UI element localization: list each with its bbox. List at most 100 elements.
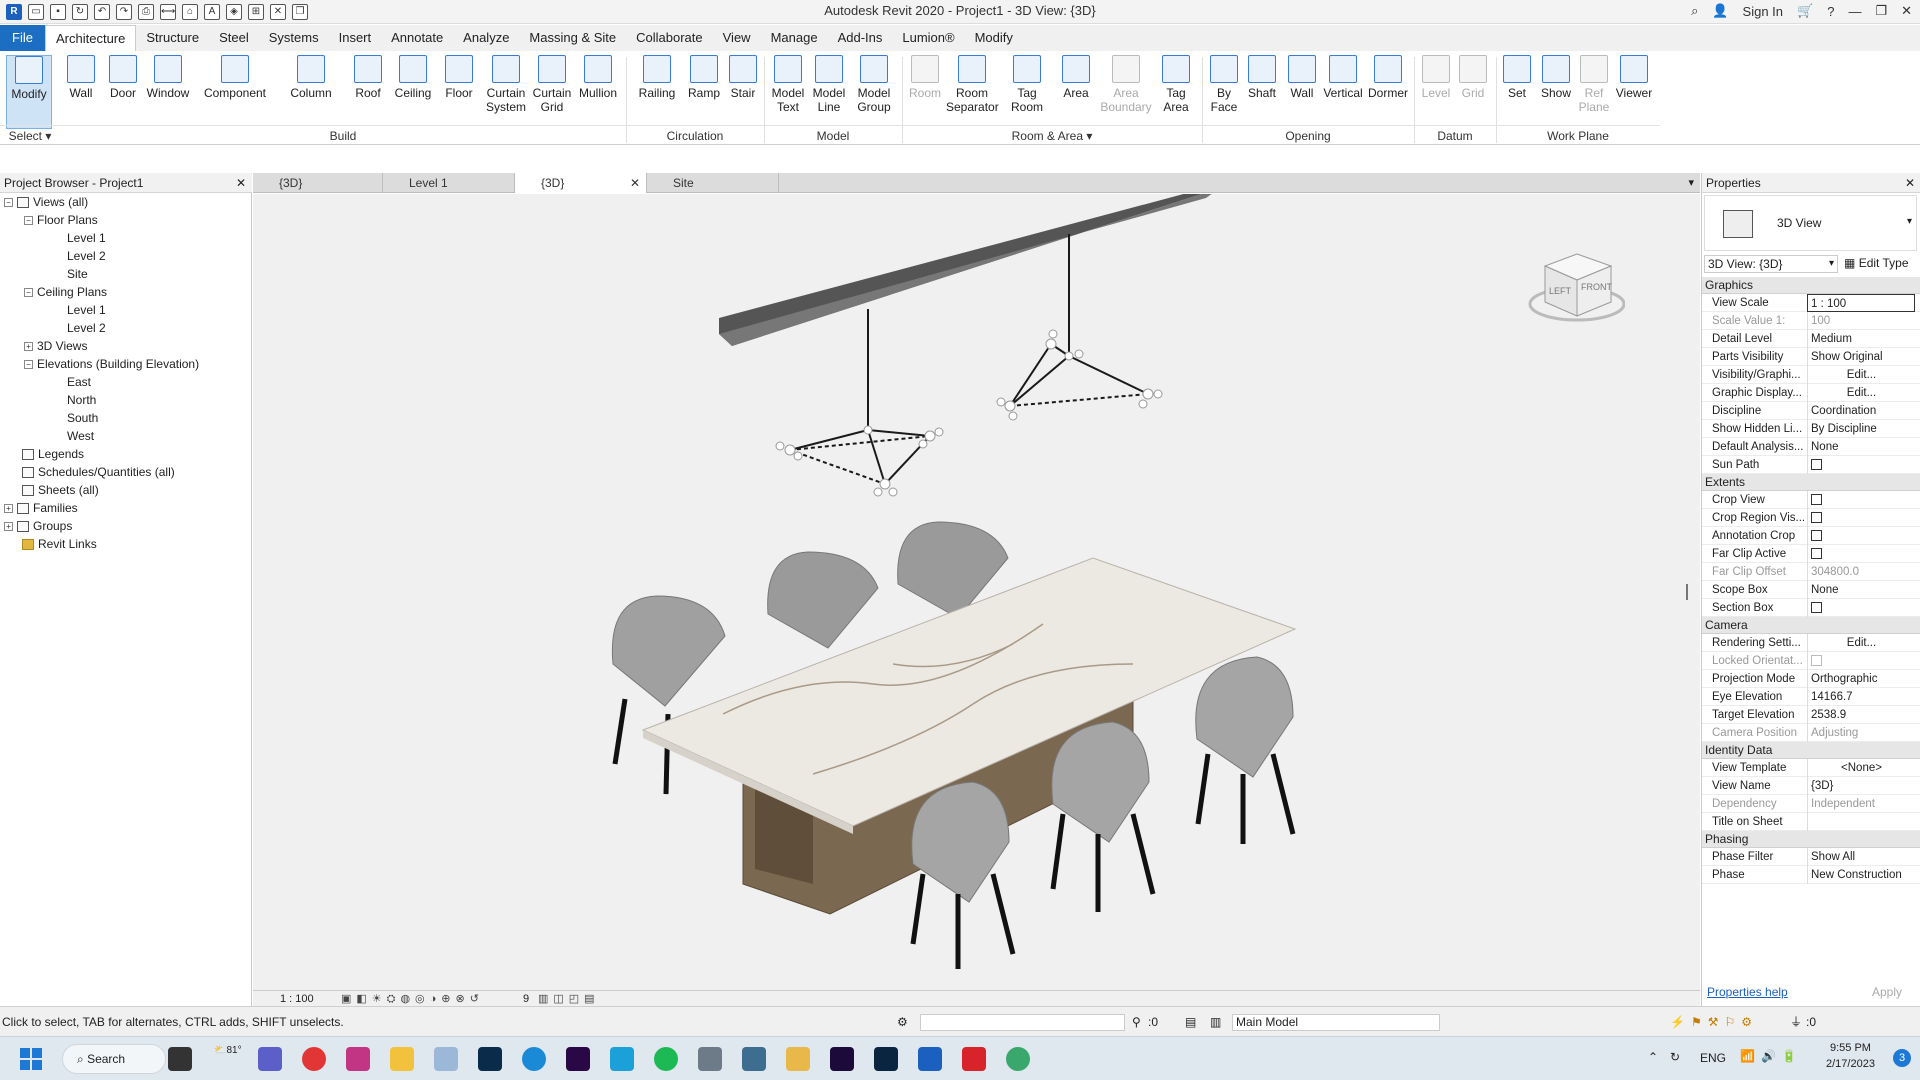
language-indicator[interactable]: ENG — [1700, 1051, 1726, 1065]
cart-icon[interactable]: 🛒 — [1797, 3, 1813, 19]
chevron-up-icon[interactable]: ⌃ — [1648, 1050, 1658, 1064]
prop-scope-box[interactable]: Scope Box None — [1702, 581, 1920, 599]
view-tab-level-1[interactable]: Level 1 — [383, 173, 515, 193]
chevron-down-icon[interactable]: ▾ — [1907, 216, 1912, 227]
sign-in-link[interactable]: Sign In — [1743, 4, 1783, 19]
tree-item-views[interactable]: − Views (all) — [4, 193, 248, 211]
panel-select[interactable]: Select ▾ — [0, 125, 60, 145]
prop-discipline[interactable]: Discipline Coordination — [1702, 402, 1920, 420]
autocad-icon[interactable] — [962, 1047, 986, 1071]
area-tool[interactable]: Area — [1056, 55, 1096, 129]
tab-modify[interactable]: Modify — [965, 25, 1023, 51]
room-separator-tool[interactable]: Room Separator — [946, 55, 999, 129]
prop-view-template[interactable]: View Template <None> — [1702, 759, 1920, 777]
tree-item-ceiling-plans[interactable]: − Ceiling Plans — [4, 283, 248, 301]
group-phasing[interactable]: Phasing — [1702, 831, 1920, 848]
file-explorer-icon[interactable] — [390, 1047, 414, 1071]
area-boundary-tool[interactable]: Area Boundary — [1098, 55, 1154, 129]
media-icon[interactable] — [786, 1047, 810, 1071]
notifications-badge[interactable]: 3 — [1893, 1049, 1911, 1067]
restore-icon[interactable]: ❐ — [1875, 3, 1887, 19]
selection-filters-icons[interactable]: ⚡⚑⚒⚐⚙ — [1670, 1007, 1758, 1037]
modify-tool[interactable]: Modify — [6, 55, 52, 129]
wall-opening-tool[interactable]: Wall — [1284, 55, 1320, 129]
tree-item-east[interactable]: East — [4, 373, 248, 391]
tree-item-site[interactable]: Site — [4, 265, 248, 283]
properties-help-link[interactable]: Properties help — [1707, 985, 1788, 999]
tree-item-level-2[interactable]: Level 2 — [4, 247, 248, 265]
shaft-tool[interactable]: Shaft — [1242, 55, 1282, 129]
tab-lumion[interactable]: Lumion® — [892, 25, 964, 51]
close-icon[interactable]: ✕ — [630, 173, 640, 193]
crop-region-checkbox[interactable] — [1811, 512, 1822, 523]
model-text-tool[interactable]: Model Text — [768, 55, 808, 129]
minimize-icon[interactable]: — — [1848, 4, 1861, 19]
column-tool[interactable]: Column — [286, 55, 336, 129]
system-tray-icons[interactable]: 📶🔊🔋 — [1740, 1049, 1803, 1063]
prop-show-hidden[interactable]: Show Hidden Li... By Discipline — [1702, 420, 1920, 438]
tab-annotate[interactable]: Annotate — [381, 25, 453, 51]
group-identity-data[interactable]: Identity Data — [1702, 742, 1920, 759]
view-controls-icons[interactable]: ▣◧☀⛭◍◎◑⊕⊗↺ — [341, 991, 484, 1007]
editable-only-icon[interactable]: ⚲ — [1132, 1007, 1141, 1037]
prop-visibility-graphics[interactable]: Visibility/Graphi... Edit... — [1702, 366, 1920, 384]
prop-view-scale[interactable]: View Scale 1 : 100 — [1702, 294, 1920, 312]
view-controls-icons-2[interactable]: ▥◫◰▤ — [538, 991, 600, 1007]
app-icon[interactable] — [698, 1047, 722, 1071]
view-tab-3d-active[interactable]: {3D} ✕ — [515, 173, 647, 193]
prop-eye-elevation[interactable]: Eye Elevation 14166.7 — [1702, 688, 1920, 706]
view-scale-label[interactable]: 1 : 100 — [280, 991, 314, 1007]
crop-view-checkbox[interactable] — [1811, 494, 1822, 505]
tab-analyze[interactable]: Analyze — [453, 25, 519, 51]
close-icon[interactable]: ✕ — [236, 173, 246, 193]
prop-parts-visibility[interactable]: Parts Visibility Show Original — [1702, 348, 1920, 366]
tab-systems[interactable]: Systems — [259, 25, 329, 51]
view-tab-3d[interactable]: {3D} — [253, 173, 383, 193]
annotation-crop-checkbox[interactable] — [1811, 530, 1822, 541]
room-tool[interactable]: Room — [906, 55, 944, 129]
door-tool[interactable]: Door — [106, 55, 140, 129]
group-graphics[interactable]: Graphics — [1702, 277, 1920, 294]
tab-file[interactable]: File — [0, 25, 45, 51]
premiere-icon[interactable] — [566, 1047, 590, 1071]
group-camera[interactable]: Camera — [1702, 617, 1920, 634]
tree-item-3d-views[interactable]: +3D Views — [4, 337, 248, 355]
tree-item-elevations[interactable]: − Elevations (Building Elevation) — [4, 355, 248, 373]
prop-phase[interactable]: Phase New Construction — [1702, 866, 1920, 884]
prop-crop-view[interactable]: Crop View — [1702, 491, 1920, 509]
edge-icon[interactable] — [522, 1047, 546, 1071]
clock-time[interactable]: 9:55 PM — [1830, 1042, 1871, 1054]
show-tool[interactable]: Show — [1538, 55, 1574, 129]
close-icon[interactable]: ✕ — [1901, 3, 1912, 19]
prop-far-clip-active[interactable]: Far Clip Active — [1702, 545, 1920, 563]
tree-item-level-1[interactable]: Level 1 — [4, 229, 248, 247]
tree-item-sheets[interactable]: Sheets (all) — [4, 481, 248, 499]
grid-tool[interactable]: Grid — [1456, 55, 1490, 129]
teams-icon[interactable] — [258, 1047, 282, 1071]
tag-room-tool[interactable]: Tag Room — [1006, 55, 1048, 129]
tab-collaborate[interactable]: Collaborate — [626, 25, 713, 51]
sun-path-checkbox[interactable] — [1811, 459, 1822, 470]
edit-type-button[interactable]: ▦ Edit Type — [1844, 255, 1918, 273]
weather-icon[interactable]: ⛅81° — [214, 1045, 242, 1056]
roof-tool[interactable]: Roof — [350, 55, 386, 129]
expand-icon[interactable]: + — [24, 342, 33, 352]
model-line-tool[interactable]: Model Line — [810, 55, 848, 129]
tab-dropdown-icon[interactable]: ▾ — [1688, 173, 1694, 193]
tree-item-schedules[interactable]: Schedules/Quantities (all) — [4, 463, 248, 481]
collapse-icon[interactable]: − — [24, 360, 33, 370]
section-box-checkbox[interactable] — [1811, 602, 1822, 613]
close-icon[interactable]: ✕ — [1905, 173, 1915, 193]
component-tool[interactable]: Component — [200, 55, 270, 129]
tree-item-groups[interactable]: + Groups — [4, 517, 248, 535]
prop-view-name[interactable]: View Name {3D} — [1702, 777, 1920, 795]
help-icon[interactable]: ? — [1827, 4, 1834, 19]
model-group-tool[interactable]: Model Group — [852, 55, 896, 129]
prop-phase-filter[interactable]: Phase Filter Show All — [1702, 848, 1920, 866]
dormer-tool[interactable]: Dormer — [1366, 55, 1410, 129]
prop-projection-mode[interactable]: Projection Mode Orthographic — [1702, 670, 1920, 688]
mullion-tool[interactable]: Mullion — [576, 55, 620, 129]
globe-icon[interactable] — [1006, 1047, 1030, 1071]
tree-item-revit-links[interactable]: Revit Links — [4, 535, 248, 553]
group-extents[interactable]: Extents — [1702, 474, 1920, 491]
